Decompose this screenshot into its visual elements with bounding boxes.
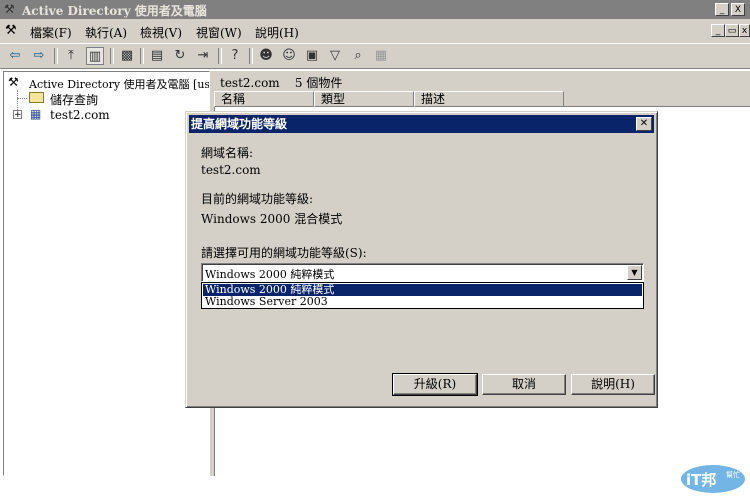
mdi-restore-button[interactable]: ▭ [725,24,739,37]
mdi-close-button[interactable]: x [739,24,750,37]
tree-pane: ⚒ Active Directory 使用者及電腦 [user 儲存查詢 + ▦… [3,71,210,476]
menu-window[interactable]: 視窗(W) [196,24,242,41]
tree-line [17,98,27,99]
combobox-value: Windows 2000 純粹模式 [205,268,335,281]
toolbar-separator [140,48,144,64]
toolbar: ⇦ ⇨ ⤒ ▥ ▩ ▤ ↻ ⇥ ? ☻ ☺ ▣ ▽ ⌕ ▦ [0,43,750,69]
toolbar-separator [110,48,114,64]
menu-app-icon: ⚒ [5,23,17,38]
tree-item-saved-queries[interactable]: 儲存查詢 [50,91,98,108]
app-icon: ⚒ [4,2,15,16]
dropdown-option[interactable]: Windows Server 2003 [203,296,642,308]
new-ou-icon[interactable]: ▣ [303,47,321,65]
content-header-text: test2.com 5 個物件 [220,76,343,90]
column-header-description[interactable]: 描述 [414,91,564,107]
menu-file[interactable]: 檔案(F) [30,24,72,41]
toolbar-separator [54,48,58,64]
raise-button[interactable]: 升級(R) [392,373,478,396]
watermark-sub: 幫忙 [726,470,740,479]
tree-item-domain[interactable]: test2.com [50,108,110,122]
chevron-down-icon[interactable]: ▼ [627,265,642,280]
folder-icon [29,92,44,103]
mdi-minimize-button[interactable]: _ [711,24,725,37]
show-tree-icon[interactable]: ▥ [86,47,104,65]
raise-domain-level-dialog: 提高網域功能等級 ✕ 網域名稱: test2.com 目前的網域功能等級: Wi… [185,111,658,408]
current-level-label: 目前的網域功能等級: [201,192,314,206]
refresh-icon[interactable]: ↻ [171,47,189,65]
ad-root-icon: ⚒ [8,75,19,89]
current-level-value: Windows 2000 混合模式 [201,212,343,226]
dialog-close-button[interactable]: ✕ [636,117,652,131]
column-header-type[interactable]: 類型 [314,91,414,107]
find-icon[interactable]: ⌕ [349,47,367,65]
column-header-name[interactable]: 名稱 [214,91,314,107]
domain-name-label: 網域名稱: [201,146,254,160]
new-group-icon[interactable]: ☺ [280,47,298,65]
help-button[interactable]: 說明(H) [571,374,655,395]
toolbar-separator [249,48,253,64]
filter-icon[interactable]: ▽ [326,47,344,65]
column-header-filler [564,91,750,107]
menu-help[interactable]: 說明(H) [255,24,299,41]
select-level-label: 請選擇可用的網域功能等級(S): [201,246,367,260]
menu-action[interactable]: 執行(A) [85,24,127,41]
content-header: test2.com 5 個物件 [214,71,750,91]
menu-view[interactable]: 檢視(V) [140,24,182,41]
new-user-icon[interactable]: ☻ [257,47,275,65]
dialog-title: 提高網域功能等級 [191,117,288,131]
cancel-button[interactable]: 取消 [482,374,566,395]
close-window-button[interactable]: X [731,3,745,16]
export-list-icon[interactable]: ⇥ [194,47,212,65]
domain-level-combobox[interactable]: Windows 2000 純粹模式 ▼ [201,263,644,282]
domain-name-value: test2.com [201,163,261,177]
back-icon[interactable]: ⇦ [6,47,24,65]
ithome-watermark-logo: iT邦 幫忙 [681,465,745,493]
expand-icon[interactable]: + [13,110,22,120]
window-titlebar: ⚒ Active Directory 使用者及電腦 _ X [0,0,750,19]
window-title: Active Directory 使用者及電腦 [22,4,207,18]
watermark-text: iT邦 [686,471,716,489]
status-area [0,476,750,500]
domain-level-dropdown-list: Windows 2000 純粹模式 Windows Server 2003 [201,282,644,309]
delete-icon[interactable]: ▩ [118,47,136,65]
up-folder-icon[interactable]: ⤒ [62,47,80,65]
domain-icon: ▦ [30,107,42,121]
dialog-titlebar: 提高網域功能等級 ✕ [189,115,654,133]
add-to-group-icon[interactable]: ▦ [372,47,390,65]
forward-icon[interactable]: ⇨ [30,47,48,65]
properties-icon[interactable]: ▤ [148,47,166,65]
tree-root-item[interactable]: Active Directory 使用者及電腦 [user [29,76,209,92]
menu-bar: ⚒ 檔案(F) 執行(A) 檢視(V) 視窗(W) 說明(H) _ ▭ x [0,19,750,43]
minimize-button[interactable]: _ [715,3,729,16]
help-icon[interactable]: ? [226,47,244,65]
toolbar-separator [218,48,222,64]
